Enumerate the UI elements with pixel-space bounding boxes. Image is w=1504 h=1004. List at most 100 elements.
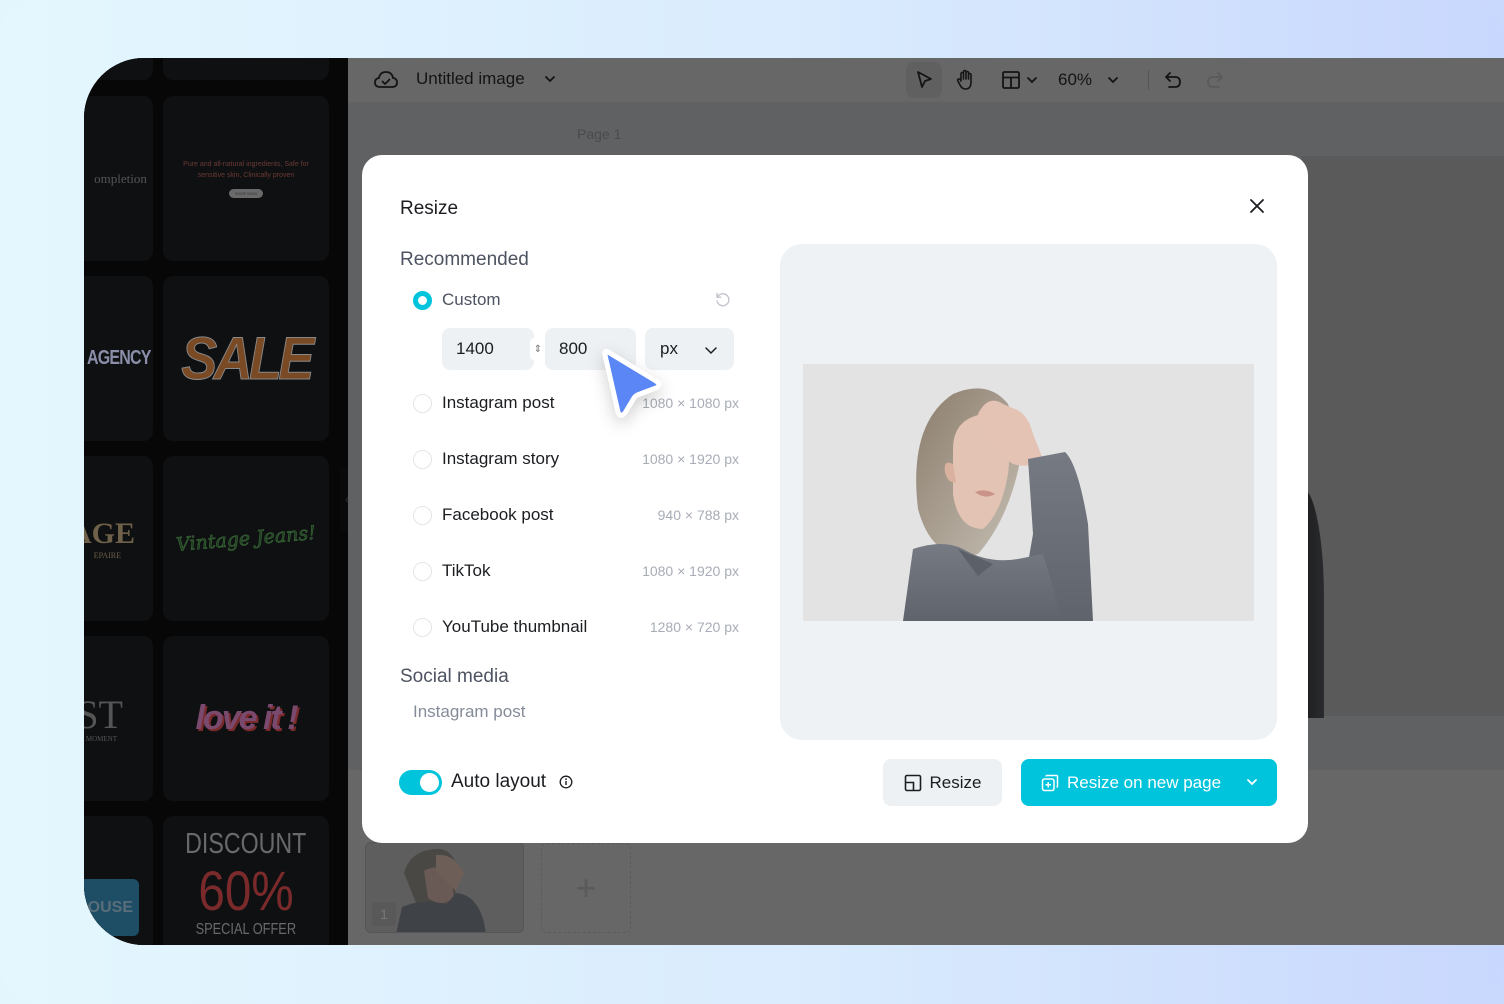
zoom-level-dropdown[interactable]: 60% — [1058, 62, 1130, 98]
hand-icon — [956, 69, 972, 90]
template-text: DISCOUNT — [185, 828, 307, 860]
template-card[interactable]: SALE — [163, 276, 329, 441]
template-text: AGENCY — [87, 347, 152, 369]
preset-option[interactable]: Instagram post 1080 × 1080 px — [413, 391, 739, 415]
chevron-down-icon — [1027, 77, 1037, 84]
canvas-page[interactable] — [1302, 156, 1504, 716]
template-subtext: EPAIRE — [93, 551, 121, 560]
new-page-icon — [1041, 774, 1059, 791]
template-card[interactable]: AGENCY — [84, 276, 153, 441]
preset-custom[interactable]: Custom — [413, 288, 739, 312]
select-tool-button[interactable] — [906, 62, 942, 98]
template-card[interactable] — [84, 58, 153, 80]
close-button[interactable] — [1246, 195, 1268, 217]
top-toolbar: Untitled image 60% — [348, 58, 1504, 102]
cloud-saved-icon — [374, 71, 398, 88]
resize-on-new-page-button[interactable]: Resize on new page — [1021, 759, 1277, 806]
resize-dialog: Resize Recommended Custom 1400 ⇕ 800 px — [362, 155, 1308, 843]
resize-on-new-page-label: Resize on new page — [1067, 772, 1222, 792]
template-text: love it ! — [195, 699, 298, 737]
zoom-level-value: 60% — [1058, 70, 1093, 89]
chevron-down-icon[interactable] — [1245, 775, 1259, 789]
preset-dimensions: 1080 × 1920 px — [642, 451, 739, 467]
preset-dimensions: 1080 × 1920 px — [642, 563, 739, 579]
auto-layout-label: Auto layout — [451, 771, 547, 792]
aspect-lock-toggle[interactable]: ⇕ — [530, 338, 546, 360]
template-subtext: MOMENT — [85, 734, 117, 743]
layout-menu-button[interactable] — [996, 62, 1044, 98]
radio-button[interactable] — [413, 449, 432, 469]
redo-button[interactable] — [1202, 62, 1228, 98]
auto-layout-toggle[interactable] — [399, 770, 442, 795]
template-text: SALE — [181, 325, 315, 393]
undo-button[interactable] — [1160, 62, 1186, 98]
preset-option[interactable]: YouTube thumbnail 1280 × 720 px — [413, 615, 739, 639]
resize-button[interactable]: Resize — [883, 759, 1002, 806]
page-number-badge: 1 — [372, 902, 396, 926]
pointer-icon — [917, 71, 932, 88]
preset-dimensions: 1280 × 720 px — [649, 619, 739, 635]
radio-button[interactable] — [413, 561, 432, 581]
template-sidebar: ompletion Pure and all-natural ingredien… — [84, 58, 348, 945]
template-card[interactable]: Vintage Jeans! — [163, 456, 329, 621]
preset-label: Instagram post — [442, 393, 555, 412]
template-card[interactable]: love it ! — [163, 636, 329, 801]
template-text: ST — [84, 691, 123, 737]
link-icon: ⇕ — [533, 343, 543, 355]
template-card[interactable]: ompletion — [84, 96, 153, 261]
social-media-item[interactable]: Instagram post — [413, 702, 525, 722]
reset-icon[interactable] — [714, 291, 732, 309]
template-text: ompletion — [94, 170, 147, 186]
template-text: AGE — [84, 517, 135, 550]
template-card[interactable]: OUSE — [84, 816, 153, 945]
template-card[interactable]: DISCOUNT 60% SPECIAL OFFER — [163, 816, 329, 945]
resize-button-label: Resize — [929, 772, 982, 792]
preset-option[interactable]: TikTok 1080 × 1920 px — [413, 559, 739, 583]
hand-tool-button[interactable] — [951, 62, 981, 98]
template-card[interactable]: ST MOMENT — [84, 636, 153, 801]
preset-label: Custom — [442, 290, 501, 309]
width-input[interactable]: 1400 — [442, 328, 534, 370]
radio-button[interactable] — [413, 505, 432, 525]
dialog-title: Resize — [400, 198, 459, 219]
page-thumbnail[interactable]: 1 — [365, 842, 524, 933]
preset-label: Facebook post — [442, 505, 554, 524]
template-card[interactable] — [163, 58, 329, 80]
preset-label: Instagram story — [442, 449, 560, 468]
template-text: Vintage Jeans! — [175, 521, 317, 556]
document-title[interactable]: Untitled image — [416, 69, 525, 89]
template-subtext: 60% — [198, 859, 294, 922]
template-footer: SPECIAL OFFER — [195, 921, 297, 938]
resize-icon — [904, 774, 921, 791]
background-frame: ompletion Pure and all-natural ingredien… — [0, 0, 1504, 1004]
preset-label: TikTok — [442, 561, 491, 580]
social-media-heading: Social media — [400, 666, 509, 687]
chevron-down-icon — [705, 347, 717, 355]
toggle-knob — [420, 773, 439, 792]
layout-icon — [1002, 71, 1020, 89]
preview-photo — [903, 388, 1093, 621]
add-page-button[interactable]: + — [541, 843, 631, 933]
preset-label: YouTube thumbnail — [442, 617, 588, 636]
recommended-heading: Recommended — [400, 249, 529, 270]
radio-button[interactable] — [413, 393, 432, 413]
resize-preview — [780, 244, 1277, 740]
template-subtext: SHOP NOW — [228, 189, 264, 198]
template-card[interactable]: AGE EPAIRE — [84, 456, 153, 621]
info-icon[interactable] — [559, 775, 573, 789]
radio-button[interactable] — [413, 617, 432, 637]
radio-custom[interactable] — [413, 290, 432, 310]
redo-icon — [1207, 72, 1223, 88]
template-text: Pure and all-natural ingredients, Safe f… — [183, 161, 309, 179]
page-label: Page 1 — [577, 126, 622, 142]
chevron-down-icon — [1108, 77, 1118, 84]
close-icon — [1250, 199, 1264, 213]
chevron-down-icon[interactable] — [543, 72, 557, 86]
preset-option[interactable]: Instagram story 1080 × 1920 px — [413, 447, 739, 471]
plus-icon: + — [575, 867, 597, 908]
preset-dimensions: 940 × 788 px — [657, 507, 739, 523]
template-card[interactable]: Pure and all-natural ingredients, Safe f… — [163, 96, 329, 261]
preview-image — [803, 364, 1254, 621]
preset-option[interactable]: Facebook post 940 × 788 px — [413, 503, 739, 527]
mouse-cursor-icon — [602, 348, 662, 418]
